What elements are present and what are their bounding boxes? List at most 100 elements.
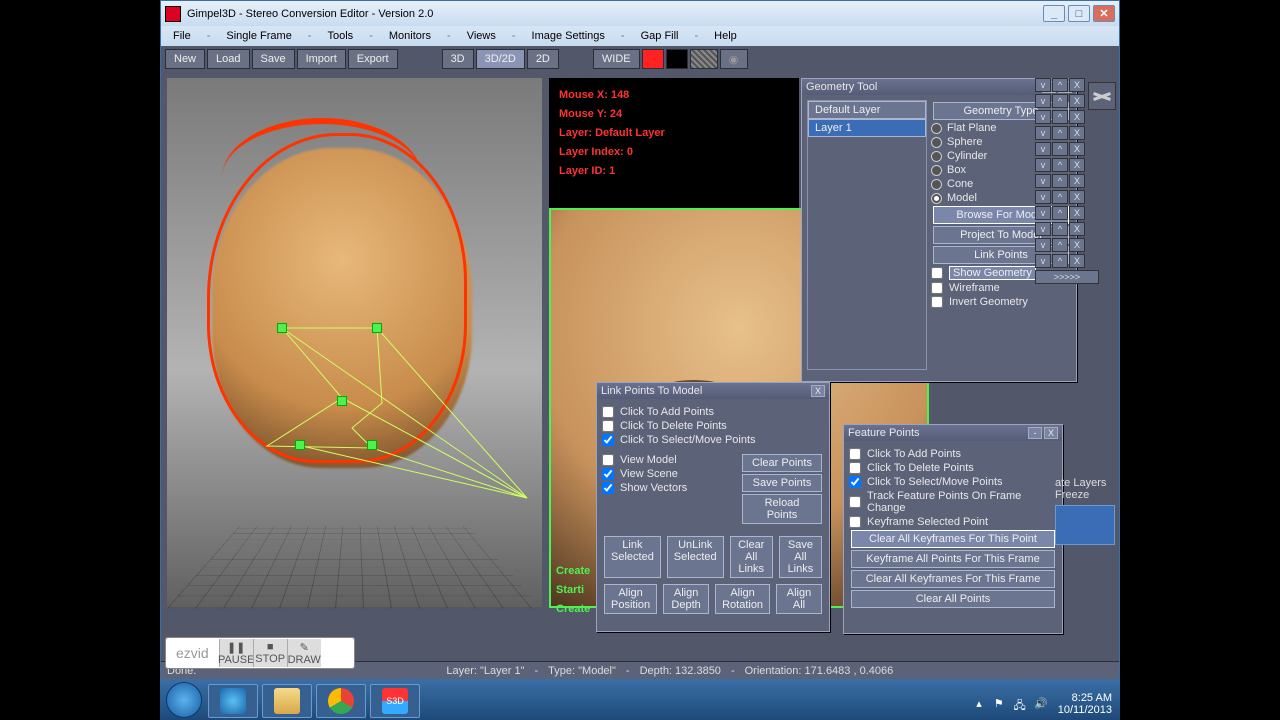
- sidebtn[interactable]: X: [1069, 142, 1085, 156]
- layer-item-layer1[interactable]: Layer 1: [808, 119, 926, 137]
- feature-point[interactable]: [295, 440, 305, 450]
- sidebtn[interactable]: v: [1035, 110, 1051, 124]
- sidebtn[interactable]: v: [1035, 78, 1051, 92]
- sidebtn[interactable]: ^: [1052, 142, 1068, 156]
- sidebtn[interactable]: ^: [1052, 254, 1068, 268]
- mode-2d-button[interactable]: 2D: [527, 49, 559, 69]
- feature-point[interactable]: [277, 323, 287, 333]
- lp-del-check[interactable]: [602, 420, 614, 432]
- lp-sel-check[interactable]: [602, 434, 614, 446]
- load-button[interactable]: Load: [207, 49, 249, 69]
- link-selected-button[interactable]: Link Selected: [604, 536, 661, 578]
- feature-point[interactable]: [337, 396, 347, 406]
- feature-point[interactable]: [367, 440, 377, 450]
- maximize-button[interactable]: □: [1068, 5, 1090, 22]
- menu-tools[interactable]: Tools: [324, 30, 358, 42]
- fp-keyframe-check[interactable]: [849, 516, 861, 528]
- sidebtn[interactable]: ^: [1052, 78, 1068, 92]
- sidebtn[interactable]: v: [1035, 174, 1051, 188]
- sidebtn[interactable]: v: [1035, 126, 1051, 140]
- clear-kf-frame-button[interactable]: Clear All Keyframes For This Frame: [851, 570, 1055, 588]
- tray-up-icon[interactable]: ▴: [968, 697, 982, 711]
- sidebtn[interactable]: ^: [1052, 158, 1068, 172]
- clear-all-points-button[interactable]: Clear All Points: [851, 590, 1055, 608]
- sidebtn[interactable]: X: [1069, 174, 1085, 188]
- sidebtn[interactable]: ^: [1052, 174, 1068, 188]
- system-tray[interactable]: ▴ ⚑ 🖧 🔊 8:25 AM 10/11/2013: [968, 692, 1112, 716]
- recorder-draw-button[interactable]: ✎DRAW: [287, 639, 321, 667]
- panel-min-button[interactable]: -: [1028, 427, 1042, 439]
- task-explorer[interactable]: [262, 684, 312, 718]
- sidebtn[interactable]: v: [1035, 142, 1051, 156]
- sidebtn[interactable]: v: [1035, 158, 1051, 172]
- mode-3d2d-button[interactable]: 3D/2D: [476, 49, 525, 69]
- sidebtn[interactable]: X: [1069, 254, 1085, 268]
- sidebtn[interactable]: X: [1069, 126, 1085, 140]
- fp-add-check[interactable]: [849, 448, 861, 460]
- align-position-button[interactable]: Align Position: [604, 584, 657, 614]
- wide-button[interactable]: WIDE: [593, 49, 640, 69]
- reload-points-button[interactable]: Reload Points: [742, 494, 822, 524]
- menu-gap-fill[interactable]: Gap Fill: [637, 30, 683, 42]
- hatch-button[interactable]: [690, 49, 718, 69]
- sidebtn[interactable]: v: [1035, 222, 1051, 236]
- invert-geometry-check[interactable]: [931, 296, 943, 308]
- start-button[interactable]: [166, 682, 202, 718]
- sidebtn[interactable]: v: [1035, 238, 1051, 252]
- volume-icon[interactable]: 🔊: [1034, 697, 1048, 711]
- close-button[interactable]: ✕: [1093, 5, 1115, 22]
- panel-close-button[interactable]: X: [1044, 427, 1058, 439]
- mode-3d-button[interactable]: 3D: [442, 49, 474, 69]
- save-points-button[interactable]: Save Points: [742, 474, 822, 492]
- recorder-pause-button[interactable]: ❚❚PAUSE: [219, 639, 253, 667]
- align-rotation-button[interactable]: Align Rotation: [715, 584, 770, 614]
- sidebtn[interactable]: ^: [1052, 126, 1068, 140]
- sidebtn[interactable]: ^: [1052, 110, 1068, 124]
- unlink-selected-button[interactable]: UnLink Selected: [667, 536, 724, 578]
- fp-sel-check[interactable]: [849, 476, 861, 488]
- task-ie[interactable]: [208, 684, 258, 718]
- panel-close-button[interactable]: X: [811, 385, 825, 397]
- show-geometry-check[interactable]: [931, 267, 943, 279]
- sidebtn[interactable]: X: [1069, 206, 1085, 220]
- arrow-button[interactable]: >>>>>: [1035, 270, 1099, 284]
- lp-add-check[interactable]: [602, 406, 614, 418]
- clear-kf-point-button[interactable]: Clear All Keyframes For This Point: [851, 530, 1055, 548]
- task-chrome[interactable]: [316, 684, 366, 718]
- wireframe-check[interactable]: [931, 282, 943, 294]
- sidebtn[interactable]: ^: [1052, 222, 1068, 236]
- sidebtn[interactable]: X: [1069, 190, 1085, 204]
- sidebtn[interactable]: ^: [1052, 190, 1068, 204]
- save-button[interactable]: Save: [252, 49, 295, 69]
- viewport-3d[interactable]: [167, 78, 542, 608]
- sidebtn[interactable]: X: [1069, 94, 1085, 108]
- sidebtn[interactable]: X: [1069, 238, 1085, 252]
- feature-points-panel[interactable]: Feature Points-X Click To Add Points Cli…: [843, 424, 1063, 634]
- kf-all-frame-button[interactable]: Keyframe All Points For This Frame: [851, 550, 1055, 568]
- view-scene-check[interactable]: [602, 468, 614, 480]
- sidebtn[interactable]: X: [1069, 158, 1085, 172]
- menu-image-settings[interactable]: Image Settings: [528, 30, 609, 42]
- sidebtn[interactable]: ^: [1052, 94, 1068, 108]
- side-selected-item[interactable]: [1055, 505, 1115, 545]
- clear-links-button[interactable]: Clear All Links: [730, 536, 773, 578]
- menu-views[interactable]: Views: [463, 30, 500, 42]
- task-s3d[interactable]: S3D: [370, 684, 420, 718]
- sidebtn[interactable]: X: [1069, 222, 1085, 236]
- save-links-button[interactable]: Save All Links: [779, 536, 822, 578]
- fp-track-check[interactable]: [849, 496, 861, 508]
- flag-icon[interactable]: ⚑: [990, 697, 1004, 711]
- sidebtn[interactable]: ^: [1052, 206, 1068, 220]
- menu-help[interactable]: Help: [710, 30, 741, 42]
- eye-tool-button[interactable]: ◉: [720, 49, 748, 69]
- sidebtn[interactable]: X: [1069, 78, 1085, 92]
- show-vectors-check[interactable]: [602, 482, 614, 494]
- sidebtn[interactable]: v: [1035, 94, 1051, 108]
- fp-del-check[interactable]: [849, 462, 861, 474]
- menu-monitors[interactable]: Monitors: [385, 30, 435, 42]
- menu-file[interactable]: File: [169, 30, 195, 42]
- sidebtn[interactable]: v: [1035, 190, 1051, 204]
- color-black-button[interactable]: [666, 49, 688, 69]
- sidebtn[interactable]: X: [1069, 110, 1085, 124]
- view-model-check[interactable]: [602, 454, 614, 466]
